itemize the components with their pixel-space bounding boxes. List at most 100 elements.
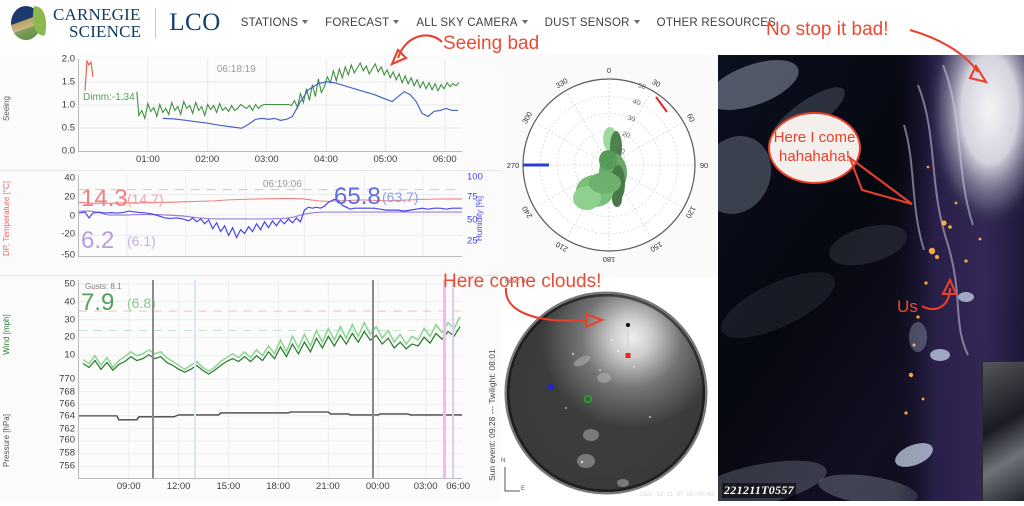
y-tick: 764 — [59, 410, 75, 422]
satellite-svg — [718, 55, 1024, 501]
seeing-series-svg — [79, 58, 462, 151]
sun-line — [442, 280, 446, 478]
svg-text:120: 120 — [684, 205, 698, 220]
svg-text:240: 240 — [520, 205, 534, 220]
x-tick: 01:00 — [136, 154, 160, 165]
y-tick: 770 — [59, 373, 75, 385]
x-tick: 06:00 — [432, 154, 457, 165]
y-tick: 2.0 — [61, 53, 75, 65]
y-tick: 1.5 — [61, 76, 75, 88]
svg-text:210: 210 — [554, 240, 569, 254]
temperature-value: 14.3 — [81, 185, 128, 212]
dimm-label: Dimm:-1.34 — [83, 92, 135, 103]
x-tick: 02:00 — [195, 154, 220, 165]
nav-label: ALL SKY CAMERA — [416, 16, 518, 29]
twilight-line — [193, 280, 196, 478]
here-i-come-bubble-tail-icon — [847, 155, 913, 206]
x-tick: 06:00 — [446, 481, 471, 492]
seeing-y-axis-label: Seeing — [2, 95, 11, 121]
wind-rose-svg: 0 30 60 90 120 150 180 210 240 270 300 3… — [507, 66, 708, 264]
carnegie-science-wordmark: CARNEGIE SCIENCE — [53, 6, 141, 40]
no-stop-it-bad-arrow-icon — [909, 28, 989, 84]
humidity-average: (63.7) — [382, 189, 419, 205]
site-name: LCO — [169, 8, 221, 36]
y-tick: 760 — [59, 434, 75, 446]
header-divider — [155, 7, 157, 38]
y-tick: 0.5 — [61, 122, 75, 134]
sun-line-2 — [452, 280, 455, 478]
dewpoint-average: (6.1) — [127, 233, 156, 249]
nav-item-other-resources[interactable]: OTHER RESOURCES — [657, 17, 776, 29]
y-tick: -50 — [61, 249, 75, 261]
svg-text:330: 330 — [554, 76, 569, 90]
svg-text:0: 0 — [607, 66, 611, 75]
nav-label: FORECAST — [325, 16, 390, 29]
temperature-average: (14.7) — [127, 191, 164, 207]
weather-plots-panel: Seeing 2.0 1.5 1.0 0.5 0.0 01:00 02:00 0… — [0, 54, 500, 501]
x-tick: 18:00 — [266, 481, 291, 492]
chevron-down-icon — [393, 20, 400, 25]
temperature-timestamp: 06:19:06 — [262, 179, 302, 190]
svg-text:300: 300 — [520, 110, 534, 125]
nav-item-dust-sensor[interactable]: DUST SENSOR — [545, 17, 640, 29]
chevron-down-icon — [633, 20, 640, 25]
pressure-y-axis-label: Pressure [hPa] — [2, 413, 11, 467]
nav-item-stations[interactable]: STATIONS — [241, 17, 309, 29]
cursor-line-a — [151, 280, 154, 478]
us-annotation: Us — [897, 297, 918, 316]
compass-north-label: N — [501, 458, 506, 464]
x-tick: 05:00 — [373, 154, 398, 165]
y-tick-right: 100 — [467, 171, 483, 183]
y-tick: 766 — [59, 398, 75, 410]
nav-label: OTHER RESOURCES — [656, 16, 776, 29]
carnegie-science-logo-icon — [10, 5, 49, 41]
y-tick: 1.0 — [61, 99, 75, 111]
y-tick: 30 — [64, 314, 75, 326]
no-stop-it-bad-annotation: No stop it bad! — [766, 19, 889, 40]
logo-line-2: SCIENCE — [69, 21, 142, 41]
x-tick: 04:00 — [314, 154, 338, 165]
x-tick: 21:00 — [316, 481, 340, 492]
here-come-clouds-arrow-icon — [504, 287, 605, 329]
temperature-humidity-chart: DP, Temperature [°C] 40 20 0 -20 -50 100… — [0, 170, 500, 275]
satellite-timestamp: 221211T0557 — [722, 483, 796, 498]
x-tick: 12:00 — [166, 481, 191, 492]
x-tick: 00:00 — [365, 481, 390, 492]
all-sky-timestamp: 2022-12-11 UT 06:08:43 — [639, 491, 714, 498]
logo-line-1: CARNEGIE — [53, 4, 141, 24]
compass-east-label: E — [521, 486, 526, 492]
y-tick: 762 — [59, 423, 75, 434]
seeing-bad-annotation: Seeing bad — [443, 33, 540, 54]
us-arrow-icon — [921, 277, 958, 311]
seeing-chart: Seeing 2.0 1.5 1.0 0.5 0.0 01:00 02:00 0… — [0, 54, 500, 170]
temperature-y-axis-label: DP, Temperature [°C] — [2, 181, 11, 256]
temperature-plot-area: 40 20 0 -20 -50 100 75 50 25 06:19:06 14… — [61, 171, 483, 261]
seeing-plot-area: 2.0 1.5 1.0 0.5 0.0 01:00 02:00 03:00 04… — [62, 54, 462, 165]
wind-pressure-chart: 50 40 30 20 10 770 768 766 764 762 760 7… — [0, 275, 500, 501]
here-i-come-text: Here I come hahahaha! — [773, 129, 856, 165]
x-tick: 03:00 — [254, 154, 279, 165]
x-tick: 15:00 — [216, 481, 241, 492]
y-tick: 40 — [64, 172, 75, 184]
y-tick: 40 — [64, 296, 75, 308]
main-navigation: STATIONS FORECAST ALL SKY CAMERA DUST SE… — [241, 17, 776, 29]
svg-text:180: 180 — [603, 255, 616, 264]
wind-y-axis-label: Wind [mph] — [2, 314, 11, 355]
y-tick: -20 — [61, 228, 75, 240]
nav-item-forecast[interactable]: FORECAST — [325, 16, 400, 29]
satellite-image[interactable]: 221211T0557 — [718, 55, 1024, 501]
x-tick: 09:00 — [116, 481, 141, 492]
nav-item-all-sky-camera[interactable]: ALL SKY CAMERA — [416, 16, 528, 29]
satellite-inset-thumbnail[interactable] — [982, 361, 1024, 501]
wind-value: 7.9 — [81, 289, 115, 316]
svg-text:270: 270 — [507, 161, 520, 170]
seeing-bad-arrow-icon — [390, 34, 443, 66]
y-tick: 768 — [59, 386, 75, 398]
y-tick: 10 — [64, 349, 75, 361]
svg-text:150: 150 — [649, 240, 664, 254]
sun-event-label: Sun event: 09:28 --- Twilight: 08:01 — [487, 349, 497, 481]
wind-rose-chart: 0 30 60 90 120 150 180 210 240 270 300 3… — [500, 55, 718, 277]
nav-label: DUST SENSOR — [544, 16, 630, 29]
chevron-down-icon — [302, 20, 309, 25]
y-tick: 20 — [64, 331, 75, 343]
